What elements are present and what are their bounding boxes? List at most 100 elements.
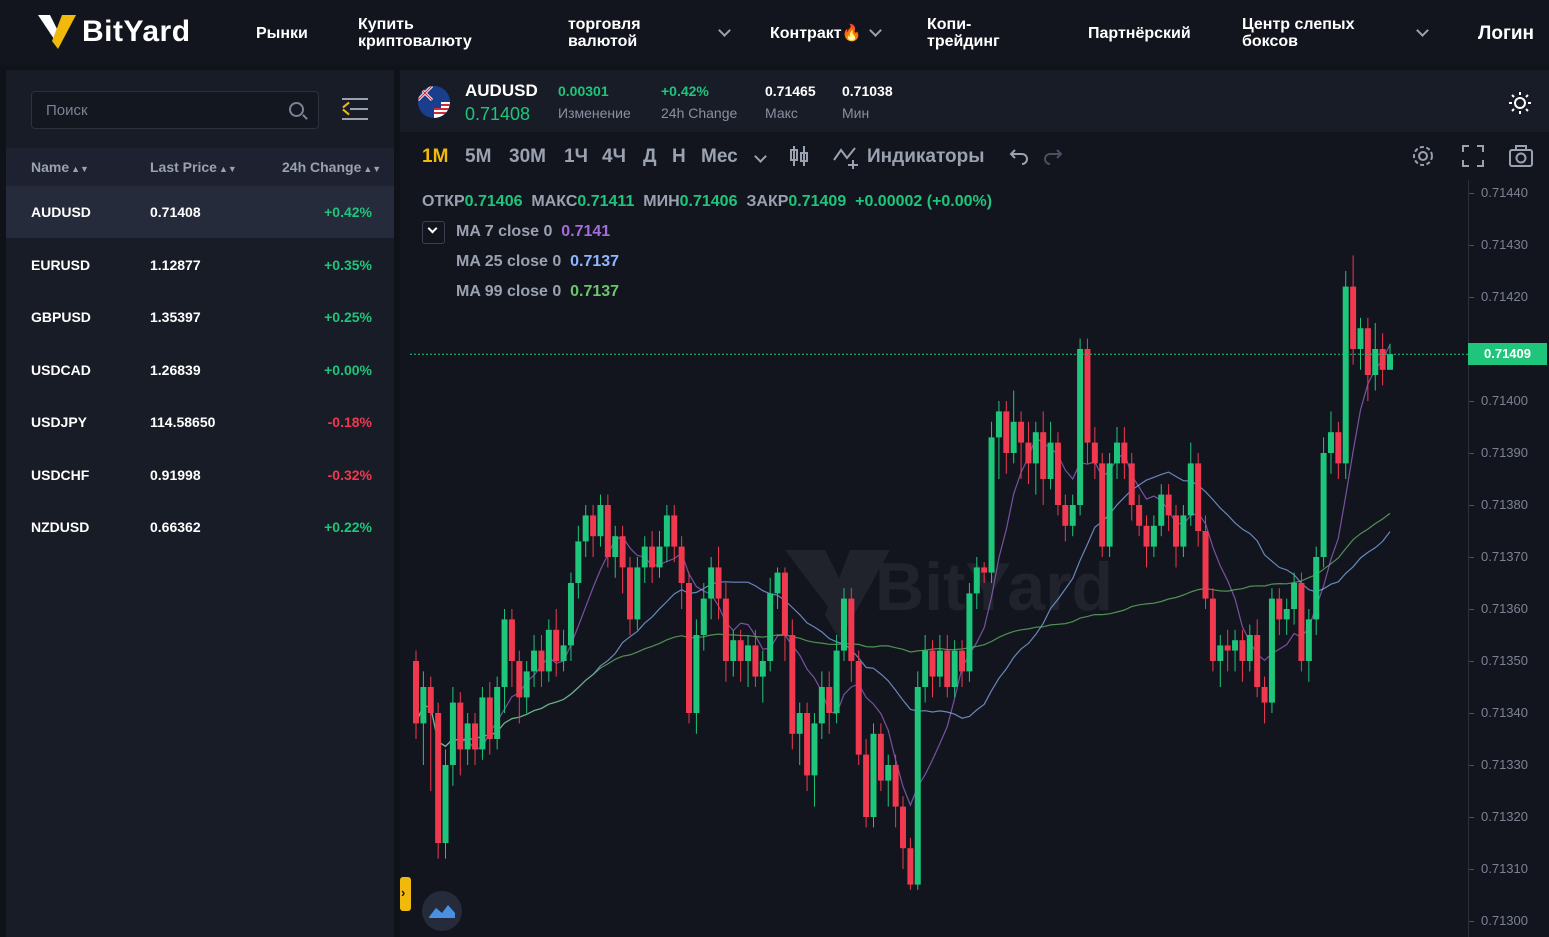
candle-body[interactable] bbox=[877, 733, 884, 781]
tf-week[interactable]: Н bbox=[672, 146, 686, 168]
candle-body[interactable] bbox=[693, 635, 700, 713]
candle-body[interactable] bbox=[1320, 453, 1327, 557]
chart-area[interactable]: BitYard ОТКР0.71406 МАКС0.71411 МИН0.714… bbox=[400, 180, 1549, 937]
indicators-button[interactable]: Индикаторы bbox=[867, 146, 984, 168]
candle-body[interactable] bbox=[1158, 494, 1165, 526]
undo-icon[interactable] bbox=[1009, 147, 1029, 165]
candle-body[interactable] bbox=[870, 733, 877, 817]
candle-body[interactable] bbox=[855, 661, 862, 755]
candle-body[interactable] bbox=[678, 546, 685, 583]
candle-body[interactable] bbox=[1091, 442, 1098, 464]
candle-body[interactable] bbox=[656, 546, 663, 568]
candle-body[interactable] bbox=[590, 515, 597, 537]
candle-body[interactable] bbox=[531, 650, 538, 672]
candle-body[interactable] bbox=[715, 567, 722, 599]
price-axis[interactable]: 0.714400.714300.714200.714100.714000.713… bbox=[1468, 180, 1549, 937]
candle-body[interactable] bbox=[826, 687, 833, 713]
candle-body[interactable] bbox=[922, 650, 929, 687]
camera-icon[interactable] bbox=[1508, 144, 1534, 168]
candle-type-icon[interactable] bbox=[789, 144, 809, 168]
candle-body[interactable] bbox=[1077, 349, 1084, 505]
candle-body[interactable] bbox=[486, 697, 493, 739]
candle-body[interactable] bbox=[1350, 286, 1357, 349]
market-row[interactable]: AUDUSD 0.71408 +0.42% bbox=[6, 186, 394, 238]
candle-body[interactable] bbox=[449, 702, 456, 765]
candle-body[interactable] bbox=[1372, 349, 1379, 375]
candle-body[interactable] bbox=[781, 572, 788, 635]
search-input[interactable] bbox=[32, 92, 282, 128]
candle-body[interactable] bbox=[1254, 635, 1261, 687]
candle-body[interactable] bbox=[900, 806, 906, 849]
candle-body[interactable] bbox=[745, 645, 752, 661]
candle-body[interactable] bbox=[1010, 421, 1017, 453]
tf-month[interactable]: Мес bbox=[701, 146, 738, 168]
nav-markets[interactable]: Рынки bbox=[256, 0, 308, 66]
candle-body[interactable] bbox=[464, 723, 471, 750]
candle-body[interactable] bbox=[1357, 328, 1364, 349]
candle-body[interactable] bbox=[1232, 640, 1239, 651]
candle-body[interactable] bbox=[1003, 411, 1010, 453]
candle-body[interactable] bbox=[1113, 442, 1120, 464]
candle-body[interactable] bbox=[1387, 354, 1393, 370]
candle-body[interactable] bbox=[671, 515, 678, 547]
candle-body[interactable] bbox=[1047, 442, 1054, 479]
candle-body[interactable] bbox=[641, 546, 648, 568]
candle-body[interactable] bbox=[494, 687, 501, 739]
tf-1h[interactable]: 1Ч bbox=[564, 146, 588, 168]
candle-body[interactable] bbox=[1121, 442, 1128, 464]
candle-body[interactable] bbox=[885, 765, 892, 781]
candle-body[interactable] bbox=[427, 687, 434, 713]
candle-body[interactable] bbox=[1040, 432, 1047, 479]
candle-body[interactable] bbox=[1084, 349, 1091, 443]
candle-body[interactable] bbox=[582, 515, 589, 542]
nav-partner[interactable]: Партнёрский bbox=[1088, 0, 1191, 66]
tf-1m[interactable]: 1M bbox=[422, 146, 448, 168]
candle-body[interactable] bbox=[1224, 645, 1231, 651]
col-24h-change[interactable]: 24h Change ▲▼ bbox=[282, 159, 381, 175]
candle-body[interactable] bbox=[560, 645, 567, 661]
nav-blind-box-dropdown[interactable] bbox=[1408, 0, 1429, 66]
candle-body[interactable] bbox=[597, 505, 604, 537]
nav-contract[interactable]: Контракт🔥 bbox=[770, 0, 883, 66]
tf-5m[interactable]: 5M bbox=[465, 146, 491, 168]
market-row[interactable]: USDJPY 114.58650 -0.18% bbox=[6, 396, 394, 448]
candle-body[interactable] bbox=[612, 536, 619, 557]
candle-body[interactable] bbox=[1305, 619, 1312, 661]
candle-body[interactable] bbox=[1173, 515, 1180, 547]
candle-body[interactable] bbox=[988, 437, 995, 573]
theme-toggle-sun-icon[interactable] bbox=[1508, 91, 1532, 115]
candle-body[interactable] bbox=[686, 583, 693, 713]
candle-body[interactable] bbox=[914, 687, 921, 885]
candle-body[interactable] bbox=[575, 541, 582, 583]
candle-body[interactable] bbox=[1261, 687, 1268, 703]
candle-body[interactable] bbox=[1106, 463, 1113, 547]
candle-body[interactable] bbox=[538, 650, 545, 672]
candle-body[interactable] bbox=[907, 848, 914, 885]
candle-body[interactable] bbox=[420, 687, 427, 724]
candle-body[interactable] bbox=[973, 567, 980, 594]
candle-body[interactable] bbox=[818, 687, 825, 724]
candle-body[interactable] bbox=[1291, 583, 1298, 609]
candle-body[interactable] bbox=[892, 765, 899, 807]
nav-blind-box[interactable]: Центр слепых боксов bbox=[1242, 0, 1354, 66]
candle-body[interactable] bbox=[951, 650, 958, 687]
nav-copy-trading[interactable]: Копи- трейдинг bbox=[927, 0, 1000, 66]
market-row[interactable]: GBPUSD 1.35397 +0.25% bbox=[6, 291, 394, 343]
candle-body[interactable] bbox=[1069, 505, 1076, 526]
col-name[interactable]: Name ▲▼ bbox=[31, 159, 89, 175]
candle-body[interactable] bbox=[1246, 635, 1253, 661]
candle-body[interactable] bbox=[811, 723, 818, 776]
candle-body[interactable] bbox=[663, 515, 670, 547]
candle-body[interactable] bbox=[1018, 421, 1025, 443]
candle-body[interactable] bbox=[995, 411, 1002, 438]
market-row[interactable]: NZDUSD 0.66362 +0.22% bbox=[6, 501, 394, 553]
tf-30m[interactable]: 30M bbox=[509, 146, 546, 168]
candle-body[interactable] bbox=[413, 661, 419, 724]
candle-body[interactable] bbox=[1283, 609, 1290, 620]
candle-body[interactable] bbox=[1202, 531, 1209, 599]
candle-body[interactable] bbox=[1143, 525, 1150, 547]
market-row[interactable]: EURUSD 1.12877 +0.35% bbox=[6, 239, 394, 291]
candle-body[interactable] bbox=[700, 598, 707, 635]
candle-body[interactable] bbox=[472, 723, 479, 750]
candle-body[interactable] bbox=[804, 713, 811, 776]
